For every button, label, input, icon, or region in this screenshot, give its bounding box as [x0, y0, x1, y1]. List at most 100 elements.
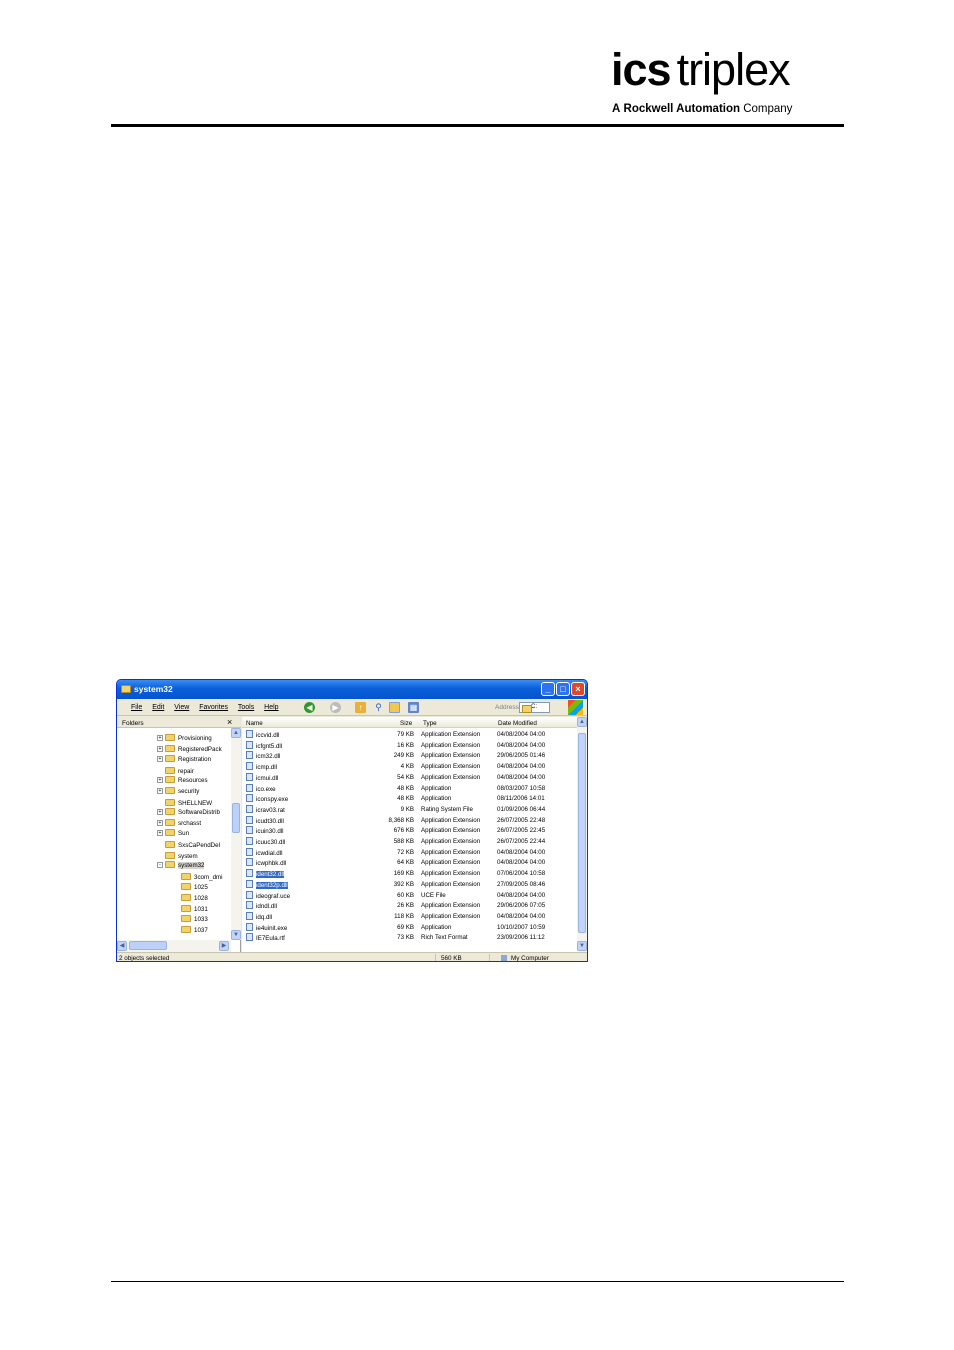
menu-edit[interactable]: Edit	[152, 704, 164, 711]
menu-file[interactable]: File	[131, 704, 142, 711]
column-type[interactable]: Type	[423, 720, 437, 727]
tree-item[interactable]: 1025	[173, 882, 208, 892]
tree-item[interactable]: + RegisteredPack	[157, 744, 222, 755]
scroll-down-icon[interactable]: ▼	[577, 941, 587, 951]
file-type: Application Extension	[421, 741, 481, 749]
file-row[interactable]: iconspy.exe 48 KB Application 08/11/2006 14…	[242, 794, 577, 804]
scroll-thumb[interactable]	[578, 733, 586, 933]
folder-icon	[165, 787, 175, 794]
file-row[interactable]: icrav03.rat 9 KB Rating System File 01/09/2…	[242, 804, 577, 815]
expander-icon[interactable]: +	[157, 777, 163, 784]
tree-item[interactable]: + security	[157, 787, 199, 797]
file-row[interactable]: icwdial.dll 72 KB Application Extension 04/…	[242, 847, 577, 858]
expander-icon[interactable]: +	[157, 788, 163, 794]
file-row[interactable]: icuin30.dll 676 KB Application Extension 26…	[242, 826, 577, 836]
scroll-right-icon[interactable]: ▶	[219, 941, 229, 951]
toolbar: ◀ ▶ ↑ ⚲ ▦ Address C:	[300, 699, 570, 716]
file-row[interactable]: iccvid.dll 79 KB Application Extension 04/0…	[242, 730, 577, 740]
tree-item[interactable]: + Resources	[157, 776, 208, 786]
views-icon[interactable]: ▦	[408, 702, 419, 713]
tree-item[interactable]: 1031	[173, 904, 208, 914]
file-row[interactable]: icm32.dll 249 KB Application Extension 29/0…	[242, 751, 577, 761]
file-name-cell: icmui.dll	[246, 772, 278, 784]
tree-item[interactable]: + Sun	[157, 829, 189, 839]
tree-item[interactable]: repair	[157, 766, 194, 776]
tree-item[interactable]: 1037	[173, 925, 208, 935]
expander-icon[interactable]: +	[157, 745, 163, 752]
folders-horizontal-scrollbar[interactable]: ◀ ▶	[117, 940, 231, 952]
column-headers: Name Size Type Date Modified	[242, 717, 577, 728]
file-row[interactable]: icudt30.dll 8,368 KB Application Extension…	[242, 815, 577, 827]
expander-icon[interactable]: +	[157, 809, 163, 816]
column-date[interactable]: Date Modified	[498, 720, 537, 727]
tree-item[interactable]: + SoftwareDistrib	[157, 808, 220, 818]
file-name-cell: icudt30.dll	[246, 815, 284, 827]
tree-item[interactable]: SHELLNEW	[157, 798, 212, 808]
tree-item[interactable]: 1028	[173, 893, 208, 903]
folders-close-icon[interactable]: ×	[227, 717, 232, 727]
file-row[interactable]: idq.dll 118 KB Application Extension 04/08/…	[242, 911, 577, 922]
expander-icon[interactable]: +	[157, 756, 163, 763]
menu-help[interactable]: Help	[264, 704, 278, 711]
scroll-thumb[interactable]	[129, 941, 167, 950]
file-row[interactable]: icuuc30.dll 588 KB Application Extension 26…	[242, 837, 577, 847]
file-icon	[246, 837, 253, 845]
tree-item[interactable]: 3com_dmi	[173, 872, 223, 882]
folder-icon	[181, 872, 191, 880]
tree-item-label: repair	[178, 767, 194, 775]
scroll-down-icon[interactable]: ▼	[231, 930, 241, 940]
folders-toggle-icon[interactable]	[389, 702, 400, 713]
close-button[interactable]: ×	[571, 682, 585, 696]
search-icon[interactable]: ⚲	[373, 702, 384, 713]
column-size[interactable]: Size	[400, 720, 412, 727]
file-row[interactable]: icmp.dll 4 KB Application Extension 04/08/2…	[242, 762, 577, 772]
file-date: 26/07/2005 22:48	[497, 816, 546, 824]
folder-icon	[121, 685, 131, 693]
tree-item[interactable]: system	[157, 851, 198, 861]
expander-icon[interactable]: +	[157, 819, 163, 826]
tree-item[interactable]: + srchasst	[157, 818, 201, 829]
tree-item[interactable]: + Registration	[157, 755, 211, 765]
tree-item[interactable]: 1033	[173, 914, 208, 924]
file-row[interactable]: ident32.dll 169 KB Application Extension 07…	[242, 869, 577, 879]
file-row[interactable]: ico.exe 48 KB Application 08/03/2007 10:58	[242, 783, 577, 794]
file-row[interactable]: ie4uinit.exe 69 KB Application 10/10/2007 1…	[242, 922, 577, 933]
file-row[interactable]: ident32p.dll 392 KB Application Extension 2…	[242, 879, 577, 890]
tree-item-label: 1025	[194, 884, 208, 892]
scroll-thumb[interactable]	[232, 803, 240, 833]
tree-item[interactable]: SxsCaPendDel	[157, 840, 220, 850]
file-row[interactable]: idndl.dll 26 KB Application Extension 29/06…	[242, 901, 577, 911]
maximize-button[interactable]: □	[556, 682, 570, 696]
file-row[interactable]: icfgnt5.dll 16 KB Application Extension 04/…	[242, 740, 577, 751]
file-row[interactable]: icmui.dll 54 KB Application Extension 04/08…	[242, 772, 577, 784]
menu-view[interactable]: View	[174, 704, 189, 711]
file-row[interactable]: IE7Eula.rtf 73 KB Rich Text Format 23/09/20…	[242, 933, 577, 943]
tree-item[interactable]: + Provisioning	[157, 734, 212, 744]
tree-item[interactable]: - system32	[157, 861, 205, 871]
expander-icon[interactable]: -	[157, 862, 163, 869]
up-folder-icon[interactable]: ↑	[355, 702, 366, 713]
folders-vertical-scrollbar[interactable]: ▲ ▼	[231, 728, 241, 940]
file-row[interactable]: icwphbk.dll 64 KB Application Extension 04/…	[242, 858, 577, 868]
scroll-left-icon[interactable]: ◀	[117, 941, 127, 951]
minimize-button[interactable]: _	[541, 682, 555, 696]
address-input[interactable]: C:	[519, 702, 550, 713]
folder-icon	[165, 734, 175, 741]
expander-icon[interactable]: +	[157, 735, 163, 741]
back-arrow-icon[interactable]: ◀	[304, 702, 315, 713]
column-name[interactable]: Name	[246, 720, 263, 727]
forward-arrow-icon[interactable]: ▶	[330, 702, 341, 713]
file-type: Application Extension	[421, 752, 481, 760]
menu-tools[interactable]: Tools	[238, 704, 254, 711]
scroll-up-icon[interactable]: ▲	[231, 728, 241, 738]
expander-icon[interactable]: +	[157, 830, 163, 837]
file-row[interactable]: ideograf.uce 60 KB UCE File 04/08/2004 04:0…	[242, 890, 577, 901]
file-icon	[246, 730, 253, 738]
file-size: 676 KB	[393, 827, 414, 835]
scroll-up-icon[interactable]: ▲	[577, 717, 587, 727]
folder-icon	[165, 744, 175, 752]
title-bar[interactable]: system32 _ □ ×	[117, 680, 587, 699]
files-vertical-scrollbar[interactable]: ▲ ▼	[577, 717, 587, 952]
status-divider	[435, 954, 436, 961]
menu-favorites[interactable]: Favorites	[199, 704, 228, 711]
